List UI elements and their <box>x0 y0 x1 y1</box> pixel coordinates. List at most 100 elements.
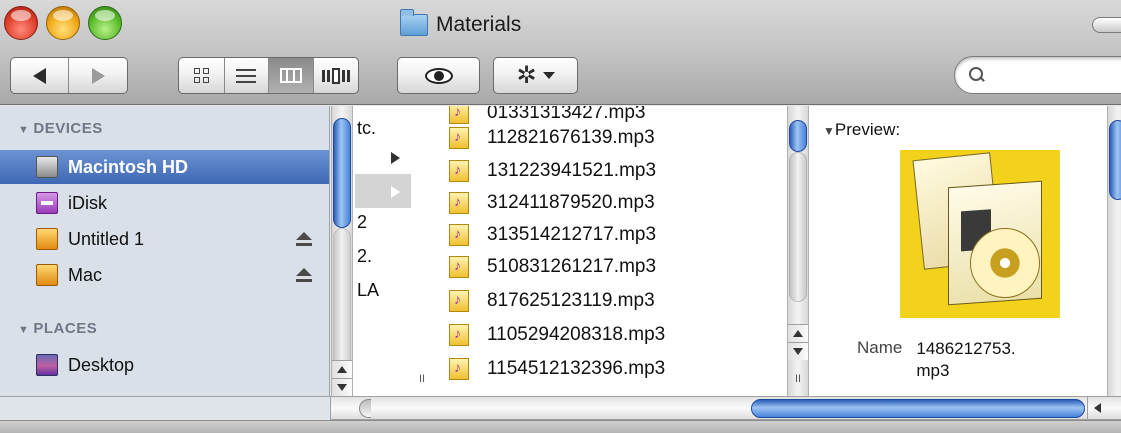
column1-item[interactable]: 2. <box>357 246 372 267</box>
column1-row[interactable] <box>355 140 411 174</box>
action-menu-button[interactable]: ✲ <box>493 57 578 94</box>
column1-item[interactable]: tc. <box>357 118 376 139</box>
column2-scrollbar[interactable] <box>787 106 809 396</box>
list-item[interactable]: 312411879520.mp3 <box>449 188 655 218</box>
disclosure-triangle-icon: ▼ <box>18 324 30 336</box>
list-view-button[interactable] <box>225 58 269 93</box>
list-item[interactable]: 817625123119.mp3 <box>449 286 655 316</box>
sidebar-heading-places[interactable]: ▼ PLACES <box>18 320 97 337</box>
scroll-down-button[interactable] <box>332 378 352 396</box>
sidebar-item-idisk[interactable]: iDisk <box>0 186 329 220</box>
volume-icon <box>36 264 58 286</box>
list-item[interactable]: 131223941521.mp3 <box>449 156 656 186</box>
sidebar-heading-devices[interactable]: ▼ DEVICES <box>18 120 103 137</box>
column-browser: tc. 2 2. LA II 01331313427.mp3 112821676… <box>331 106 1121 396</box>
horizontal-scrollbar[interactable] <box>331 396 1121 420</box>
coverflow-view-icon <box>321 67 350 84</box>
scroll-left-button[interactable] <box>1087 397 1107 419</box>
volume-icon <box>36 228 58 250</box>
list-view-icon <box>236 68 257 83</box>
icon-view-button[interactable] <box>179 58 225 93</box>
view-mode-control <box>178 57 359 94</box>
sidebar-item-label: Desktop <box>68 354 135 375</box>
scrollbar-track <box>789 152 807 302</box>
preview-image <box>900 150 1060 318</box>
eye-icon <box>424 67 453 84</box>
forward-arrow-icon <box>91 67 105 84</box>
sidebar-item-mac[interactable]: Mac <box>0 258 329 292</box>
scroll-up-button[interactable] <box>788 324 808 342</box>
window-title: Materials <box>400 9 522 40</box>
audio-file-icon <box>449 160 469 182</box>
sidebar-item-untitled-1[interactable]: Untitled 1 <box>0 222 329 256</box>
sidebar-item-label: Mac <box>68 264 103 285</box>
column-resize-handle[interactable]: II <box>417 372 427 386</box>
audio-file-icon <box>449 256 469 278</box>
toolbar-toggle-button[interactable] <box>1092 17 1121 33</box>
preview-name-value: 1486212753. mp3 <box>916 339 1016 380</box>
scroll-down-button[interactable] <box>788 342 808 360</box>
preview-name-label: Name <box>857 338 903 357</box>
status-bar <box>0 420 1121 433</box>
scrollbar-thumb[interactable] <box>1109 120 1121 200</box>
column1-item[interactable]: 2 <box>357 212 367 233</box>
eject-icon[interactable] <box>296 232 312 246</box>
forward-button[interactable] <box>69 58 127 93</box>
sidebar-item-macintosh-hd[interactable]: Macintosh HD <box>0 150 329 184</box>
search-field[interactable] <box>954 56 1121 94</box>
window-toolbar: Materials ✲ <box>0 0 1121 105</box>
folder-icon <box>400 9 428 36</box>
search-input[interactable] <box>991 66 1121 84</box>
quick-look-button[interactable] <box>397 57 480 94</box>
audio-file-icon <box>449 324 469 346</box>
column-view-button[interactable] <box>269 58 314 93</box>
gear-icon: ✲ <box>516 61 537 89</box>
audio-file-icon <box>449 106 469 124</box>
minimize-window-button[interactable] <box>46 6 80 40</box>
list-item[interactable]: 112821676139.mp3 <box>449 123 655 153</box>
audio-file-icon <box>449 224 469 246</box>
sidebar-footer <box>0 396 331 420</box>
preview-scrollbar[interactable] <box>1107 106 1121 396</box>
back-forward-control <box>10 57 128 94</box>
zoom-window-button[interactable] <box>88 6 122 40</box>
scrollbar-thumb[interactable] <box>333 118 351 228</box>
scrollbar-track <box>333 228 351 368</box>
sidebar-item-label: iDisk <box>68 192 107 213</box>
audio-file-icon <box>449 358 469 380</box>
list-item[interactable]: 510831261217.mp3 <box>449 252 656 282</box>
close-window-button[interactable] <box>4 6 38 40</box>
sidebar-item-label: Macintosh HD <box>68 156 189 177</box>
column1-item[interactable]: LA <box>357 280 379 301</box>
audio-file-icon <box>449 290 469 312</box>
icon-view-icon <box>193 68 209 83</box>
audio-file-icon <box>449 127 469 149</box>
sidebar: ▼ DEVICES Macintosh HD iDisk Untitled 1 M… <box>0 106 330 396</box>
coverflow-view-button[interactable] <box>314 58 359 93</box>
eject-icon[interactable] <box>296 268 312 282</box>
column1-scrollbar[interactable] <box>331 106 353 396</box>
hard-disk-icon <box>36 156 58 178</box>
sidebar-item-label: Untitled 1 <box>68 228 145 249</box>
scrollbar-thumb[interactable] <box>789 120 807 152</box>
column1-row-selected[interactable] <box>355 174 411 208</box>
window-title-text: Materials <box>436 13 522 36</box>
idisk-icon <box>36 192 58 214</box>
scrollbar-thumb[interactable] <box>751 399 1085 418</box>
sidebar-item-desktop[interactable]: Desktop <box>0 348 329 382</box>
audio-file-icon <box>449 192 469 214</box>
cd-disc-image <box>970 228 1040 298</box>
list-item[interactable]: 1154512132396.mp3 <box>449 354 665 384</box>
scrollbar-track-start <box>359 399 371 418</box>
scroll-up-button[interactable] <box>332 360 352 378</box>
preview-heading[interactable]: ▼Preview: <box>823 120 900 140</box>
desktop-icon <box>36 354 58 376</box>
column-resize-handle[interactable]: II <box>793 372 803 386</box>
list-item[interactable]: 1105294208318.mp3 <box>449 320 665 350</box>
back-button[interactable] <box>11 58 70 93</box>
disclosure-arrow-icon <box>391 152 400 164</box>
list-item[interactable]: 313514212717.mp3 <box>449 220 656 250</box>
disclosure-arrow-icon <box>391 186 400 198</box>
disclosure-triangle-icon: ▼ <box>823 124 835 138</box>
column-view-icon <box>279 68 302 83</box>
